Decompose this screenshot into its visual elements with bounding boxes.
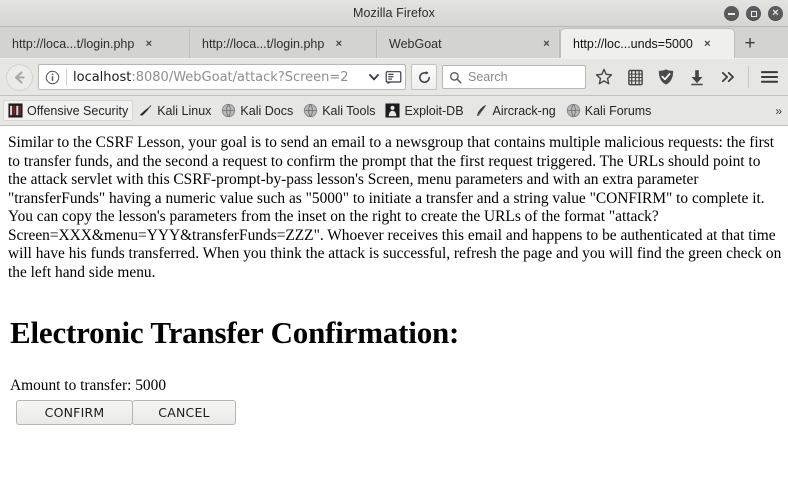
back-button[interactable] bbox=[6, 63, 33, 91]
bookmarks-toolbar: Offensive Security Kali Linux Kali Docs bbox=[0, 96, 788, 126]
window-controls: × bbox=[724, 0, 783, 27]
kali-dragon-icon bbox=[138, 103, 153, 118]
search-placeholder: Search bbox=[468, 70, 508, 84]
tab-strip: http://loca...t/login.php × http://loca.… bbox=[0, 27, 788, 58]
bookmark-aircrack-ng[interactable]: Aircrack-ng bbox=[469, 100, 561, 121]
bookmark-kali-tools[interactable]: Kali Tools bbox=[298, 100, 380, 121]
lesson-instructions: Similar to the CSRF Lesson, your goal is… bbox=[8, 134, 782, 281]
globe-icon bbox=[566, 103, 581, 118]
page-content: Similar to the CSRF Lesson, your goal is… bbox=[0, 126, 788, 500]
bookmark-label: Kali Forums bbox=[584, 103, 652, 118]
page-title: Electronic Transfer Confirmation: bbox=[10, 314, 460, 350]
form-button-row: CONFIRM CANCEL bbox=[16, 399, 782, 425]
library-icon[interactable] bbox=[622, 64, 648, 90]
exploit-db-icon bbox=[385, 103, 401, 118]
bookmark-kali-forums[interactable]: Kali Forums bbox=[561, 100, 657, 121]
minimize-button[interactable] bbox=[724, 6, 739, 21]
hamburger-menu-icon[interactable] bbox=[756, 64, 782, 90]
downloads-icon[interactable] bbox=[684, 64, 710, 90]
new-tab-button[interactable]: + bbox=[735, 29, 765, 58]
bookmark-kali-linux[interactable]: Kali Linux bbox=[133, 100, 216, 121]
globe-icon bbox=[303, 103, 318, 118]
cancel-button[interactable]: CANCEL bbox=[132, 399, 236, 425]
toolbar-divider bbox=[748, 66, 749, 88]
confirm-button[interactable]: CONFIRM bbox=[16, 399, 133, 425]
globe-icon bbox=[221, 103, 236, 118]
navigation-toolbar: localhost:8080/WebGoat/attack?Screen=2 S… bbox=[0, 58, 788, 96]
info-icon[interactable] bbox=[45, 70, 60, 85]
shield-icon[interactable] bbox=[653, 64, 679, 90]
bookmark-star-icon[interactable] bbox=[591, 64, 617, 90]
bookmarks-overflow-icon[interactable]: » bbox=[775, 104, 785, 118]
bookmark-kali-docs[interactable]: Kali Docs bbox=[216, 100, 298, 121]
close-tab-icon[interactable]: × bbox=[143, 38, 154, 50]
bookmark-label: Kali Docs bbox=[240, 103, 294, 118]
tab-login-php-2[interactable]: http://loca...t/login.php × bbox=[190, 29, 377, 58]
tab-attack-transferfunds[interactable]: http://loc...unds=5000 × bbox=[560, 28, 735, 58]
search-input[interactable]: Search bbox=[442, 65, 586, 89]
url-path: :8080/WebGoat/attack?Screen=2 bbox=[131, 69, 349, 85]
url-domain: localhost bbox=[73, 69, 132, 85]
close-tab-icon[interactable]: × bbox=[333, 38, 344, 50]
bookmark-label: Offensive Security bbox=[27, 103, 129, 118]
maximize-button[interactable] bbox=[746, 6, 761, 21]
window-title: Mozilla Firefox bbox=[352, 6, 436, 20]
reload-button[interactable] bbox=[411, 64, 437, 90]
tab-webgoat[interactable]: WebGoat × bbox=[377, 29, 560, 58]
bookmark-label: Aircrack-ng bbox=[492, 103, 556, 118]
close-tab-icon[interactable]: × bbox=[702, 38, 713, 50]
search-icon bbox=[449, 71, 462, 84]
amount-to-transfer-label: Amount to transfer: 5000 bbox=[10, 376, 167, 394]
bookmark-offensive-security[interactable]: Offensive Security bbox=[3, 100, 134, 121]
tab-login-php-1[interactable]: http://loca...t/login.php × bbox=[0, 29, 190, 58]
reader-mode-icon[interactable] bbox=[385, 70, 402, 85]
chevron-down-icon[interactable] bbox=[367, 70, 381, 84]
offensive-security-icon bbox=[8, 103, 23, 118]
url-text: localhost:8080/WebGoat/attack?Screen=2 bbox=[73, 70, 365, 85]
bookmark-label: Kali Linux bbox=[157, 103, 212, 118]
overflow-chevrons-icon[interactable] bbox=[715, 64, 741, 90]
window-titlebar: Mozilla Firefox × bbox=[0, 0, 788, 27]
tab-label: http://loc...unds=5000 bbox=[573, 36, 693, 51]
aircrack-icon bbox=[474, 103, 489, 118]
bookmark-exploit-db[interactable]: Exploit-DB bbox=[380, 100, 468, 121]
url-divider bbox=[66, 68, 67, 86]
tab-label: http://loca...t/login.php bbox=[12, 36, 135, 51]
close-window-button[interactable]: × bbox=[768, 6, 783, 21]
bookmark-label: Exploit-DB bbox=[404, 103, 464, 118]
close-tab-icon[interactable]: × bbox=[541, 38, 552, 50]
tab-label: WebGoat bbox=[389, 36, 442, 51]
firefox-window: Mozilla Firefox × http://loca...t/login.… bbox=[0, 0, 788, 500]
tab-label: http://loca...t/login.php bbox=[202, 36, 325, 51]
bookmark-label: Kali Tools bbox=[322, 103, 376, 118]
url-bar[interactable]: localhost:8080/WebGoat/attack?Screen=2 bbox=[38, 64, 406, 90]
